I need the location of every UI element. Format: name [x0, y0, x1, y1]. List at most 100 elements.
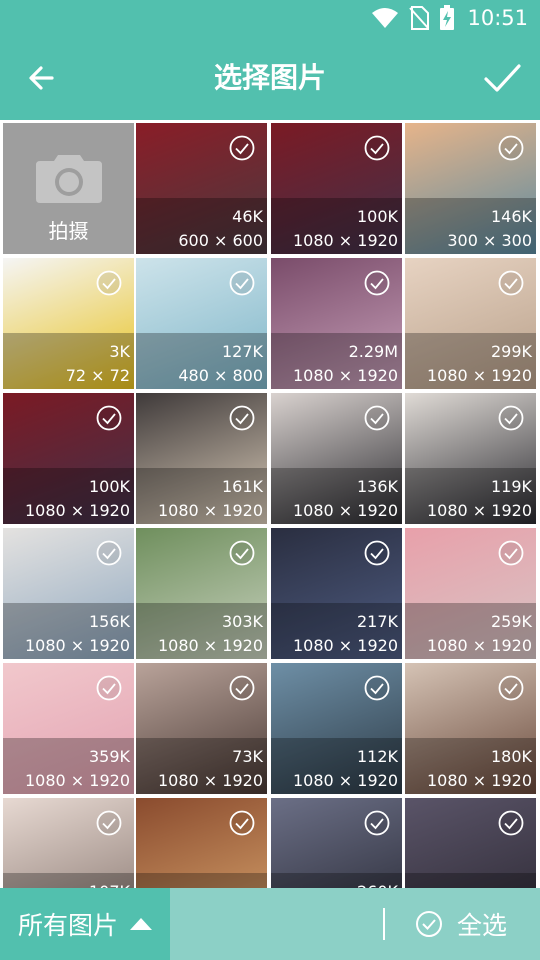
image-dimensions: 1080 × 1920: [24, 771, 130, 790]
check-circle-icon[interactable]: [364, 270, 390, 296]
image-tile[interactable]: 303K 1080 × 1920: [136, 528, 267, 659]
image-file-size: 156K: [88, 612, 130, 631]
image-tile[interactable]: 146K 300 × 300: [405, 123, 536, 254]
camera-icon: [36, 155, 102, 203]
check-circle-icon: [416, 911, 442, 937]
no-sim-icon: [409, 6, 430, 30]
image-tile[interactable]: 100K 1080 × 1920: [271, 123, 402, 254]
image-file-size: 299K: [490, 342, 532, 361]
camera-capture-tile[interactable]: 拍摄: [3, 123, 134, 254]
image-file-size: 359K: [88, 747, 130, 766]
image-file-size: 119K: [490, 477, 532, 496]
image-dimensions: 1080 × 1920: [24, 636, 130, 655]
image-tile[interactable]: 136K 1080 × 1920: [271, 393, 402, 524]
image-file-size: 100K: [356, 207, 398, 226]
image-file-size: 100K: [88, 477, 130, 496]
check-circle-icon[interactable]: [96, 405, 122, 431]
check-circle-icon[interactable]: [229, 270, 255, 296]
check-circle-icon[interactable]: [498, 135, 524, 161]
check-circle-icon[interactable]: [498, 270, 524, 296]
image-tile[interactable]: 180K 1080 × 1920: [405, 663, 536, 794]
confirm-button[interactable]: [482, 58, 522, 98]
album-selector[interactable]: 所有图片: [0, 888, 170, 960]
image-tile[interactable]: 259K 1080 × 1920: [405, 528, 536, 659]
image-file-size: 2.29M: [348, 342, 398, 361]
image-grid: 拍摄 46K 600 × 600 100K 1080 × 1920 146K 300 × …: [0, 120, 540, 888]
check-circle-icon[interactable]: [229, 675, 255, 701]
back-button[interactable]: [22, 58, 62, 98]
image-dimensions: 1080 × 1920: [292, 366, 398, 385]
image-tile[interactable]: 112K 1080 × 1920: [271, 663, 402, 794]
image-dimensions: 1080 × 1920: [157, 771, 263, 790]
image-dimensions: 1080 × 1920: [426, 366, 532, 385]
image-tile[interactable]: 260K: [271, 798, 402, 888]
check-circle-icon[interactable]: [364, 135, 390, 161]
check-circle-icon[interactable]: [364, 540, 390, 566]
check-circle-icon[interactable]: [229, 405, 255, 431]
image-tile[interactable]: 299K 1080 × 1920: [405, 258, 536, 389]
image-tile[interactable]: 3K 72 × 72: [3, 258, 134, 389]
image-file-size: 217K: [356, 612, 398, 631]
image-tile[interactable]: [405, 798, 536, 888]
image-dimensions: 1080 × 1920: [157, 636, 263, 655]
header: 选择图片: [0, 36, 540, 120]
check-circle-icon[interactable]: [498, 675, 524, 701]
image-dimensions: 1080 × 1920: [24, 501, 130, 520]
check-circle-icon[interactable]: [498, 405, 524, 431]
triangle-up-icon: [130, 918, 152, 930]
album-label: 所有图片: [17, 911, 118, 940]
image-tile[interactable]: 127K 480 × 800: [136, 258, 267, 389]
image-dimensions: 1080 × 1920: [426, 636, 532, 655]
image-file-size: 161K: [221, 477, 263, 496]
select-all-label: 全选: [457, 911, 508, 940]
check-circle-icon[interactable]: [364, 405, 390, 431]
image-dimensions: 1080 × 1920: [292, 636, 398, 655]
check-circle-icon[interactable]: [96, 810, 122, 836]
image-tile[interactable]: 217K 1080 × 1920: [271, 528, 402, 659]
check-circle-icon[interactable]: [229, 135, 255, 161]
image-file-size: 180K: [490, 747, 532, 766]
image-tile[interactable]: 107K: [3, 798, 134, 888]
image-file-size: 136K: [356, 477, 398, 496]
check-circle-icon[interactable]: [229, 540, 255, 566]
check-circle-icon[interactable]: [96, 675, 122, 701]
check-circle-icon[interactable]: [229, 810, 255, 836]
check-circle-icon[interactable]: [96, 270, 122, 296]
camera-label: 拍摄: [48, 219, 89, 243]
image-dimensions: 72 × 72: [65, 366, 130, 385]
check-circle-icon[interactable]: [96, 540, 122, 566]
image-tile[interactable]: 73K 1080 × 1920: [136, 663, 267, 794]
bottom-bar: 所有图片 全选: [0, 888, 540, 960]
image-tile[interactable]: 100K 1080 × 1920: [3, 393, 134, 524]
check-circle-icon[interactable]: [498, 810, 524, 836]
image-file-size: 3K: [109, 342, 130, 361]
image-info-overlay: [136, 873, 267, 888]
image-tile[interactable]: 46K 600 × 600: [136, 123, 267, 254]
image-dimensions: 300 × 300: [447, 231, 532, 250]
image-file-size: 146K: [490, 207, 532, 226]
image-tile[interactable]: 2.29M 1080 × 1920: [271, 258, 402, 389]
image-tile[interactable]: 161K 1080 × 1920: [136, 393, 267, 524]
checkmark-icon: [484, 64, 521, 92]
image-dimensions: 1080 × 1920: [292, 231, 398, 250]
image-dimensions: 600 × 600: [178, 231, 263, 250]
image-file-size: 303K: [221, 612, 263, 631]
status-time: 10:51: [467, 6, 528, 30]
select-all-button[interactable]: 全选: [415, 888, 507, 960]
image-tile[interactable]: 156K 1080 × 1920: [3, 528, 134, 659]
image-dimensions: 1080 × 1920: [426, 771, 532, 790]
check-circle-icon[interactable]: [498, 540, 524, 566]
check-circle-icon[interactable]: [364, 810, 390, 836]
status-icons: 10:51: [371, 0, 528, 36]
image-tile[interactable]: 359K 1080 × 1920: [3, 663, 134, 794]
image-tile[interactable]: [136, 798, 267, 888]
wifi-icon: [372, 8, 399, 28]
divider: [383, 908, 385, 940]
check-circle-icon[interactable]: [364, 675, 390, 701]
image-tile[interactable]: 119K 1080 × 1920: [405, 393, 536, 524]
battery-charging-icon: [440, 5, 455, 30]
arrow-left-icon: [29, 66, 54, 90]
image-info-overlay: [405, 873, 536, 888]
image-file-size: 259K: [490, 612, 532, 631]
status-bar: 10:51: [0, 0, 540, 36]
